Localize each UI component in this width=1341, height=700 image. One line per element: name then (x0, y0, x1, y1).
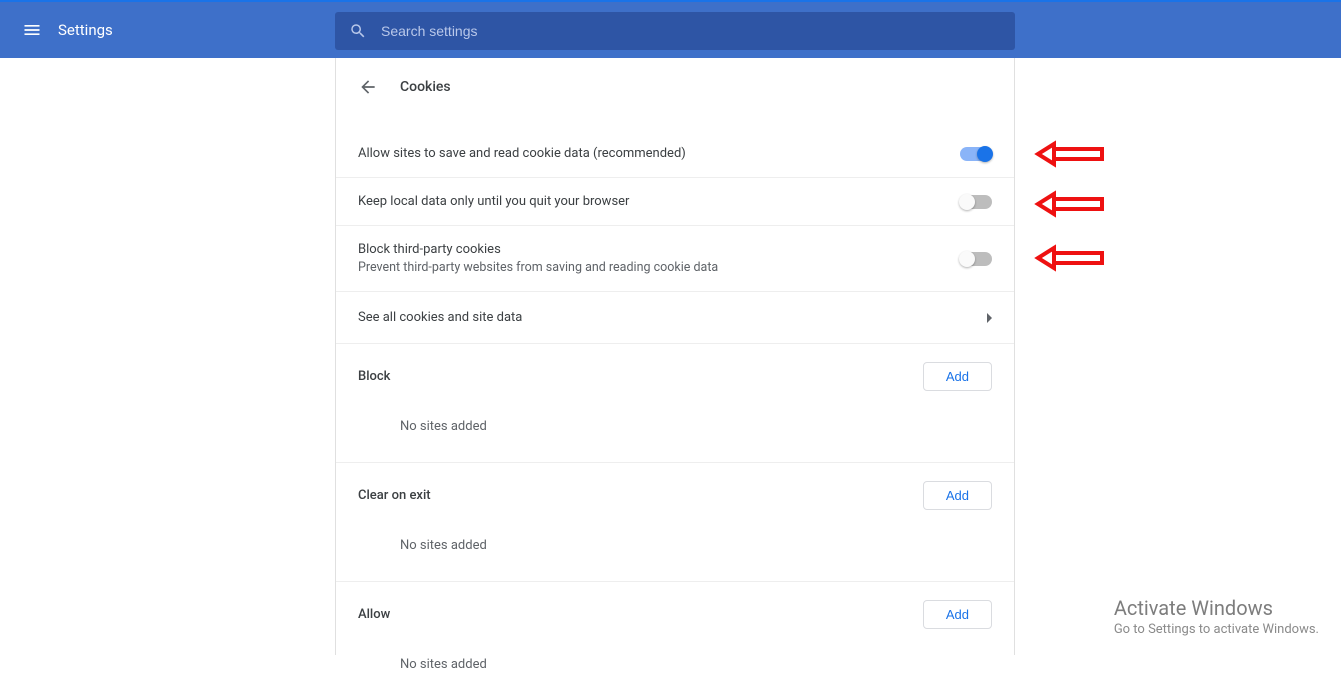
section-block-title: Block (358, 369, 390, 384)
arrow-left-icon (358, 77, 378, 97)
sublabel-block-third-party: Prevent third-party websites from saving… (358, 260, 718, 275)
app-header: Settings (0, 2, 1341, 58)
page-body: Cookies Allow sites to save and read coo… (0, 58, 1341, 655)
section-clear-exit-empty: No sites added (358, 510, 992, 581)
label-keep-local: Keep local data only until you quit your… (358, 194, 629, 209)
section-clear-on-exit: Clear on exit Add No sites added (336, 462, 1014, 581)
search-icon (349, 22, 367, 40)
menu-button[interactable] (8, 20, 56, 40)
add-allow-button[interactable]: Add (923, 600, 992, 629)
annotation-arrow-1 (1034, 140, 1106, 168)
section-clear-exit-title: Clear on exit (358, 488, 431, 503)
add-clear-exit-button[interactable]: Add (923, 481, 992, 510)
page-header: Cookies (336, 58, 1014, 116)
annotation-arrow-2 (1034, 190, 1106, 218)
app-title: Settings (58, 21, 113, 39)
settings-panel: Cookies Allow sites to save and read coo… (335, 58, 1015, 655)
annotation-arrow-3 (1034, 244, 1106, 272)
toggle-block-third-party[interactable] (960, 252, 992, 266)
search-input[interactable] (381, 23, 1015, 39)
chevron-right-icon (987, 313, 992, 323)
add-block-button[interactable]: Add (923, 362, 992, 391)
section-block: Block Add No sites added (336, 343, 1014, 462)
row-see-all-cookies[interactable]: See all cookies and site data (336, 291, 1014, 343)
toggle-allow-cookies[interactable] (960, 147, 992, 161)
page-title: Cookies (400, 79, 451, 95)
row-keep-local: Keep local data only until you quit your… (336, 177, 1014, 225)
section-allow: Allow Add No sites added (336, 581, 1014, 700)
label-allow-cookies: Allow sites to save and read cookie data… (358, 146, 686, 161)
menu-icon (22, 20, 42, 40)
label-see-all-cookies: See all cookies and site data (358, 310, 522, 325)
toggle-keep-local[interactable] (960, 195, 992, 209)
row-block-third-party: Block third-party cookies Prevent third-… (336, 225, 1014, 291)
row-allow-cookies: Allow sites to save and read cookie data… (336, 116, 1014, 177)
section-block-empty: No sites added (358, 391, 992, 462)
back-button[interactable] (358, 77, 378, 97)
search-box[interactable] (335, 12, 1015, 50)
section-allow-empty: No sites added (358, 629, 992, 700)
section-allow-title: Allow (358, 607, 390, 622)
label-block-third-party: Block third-party cookies (358, 242, 718, 257)
